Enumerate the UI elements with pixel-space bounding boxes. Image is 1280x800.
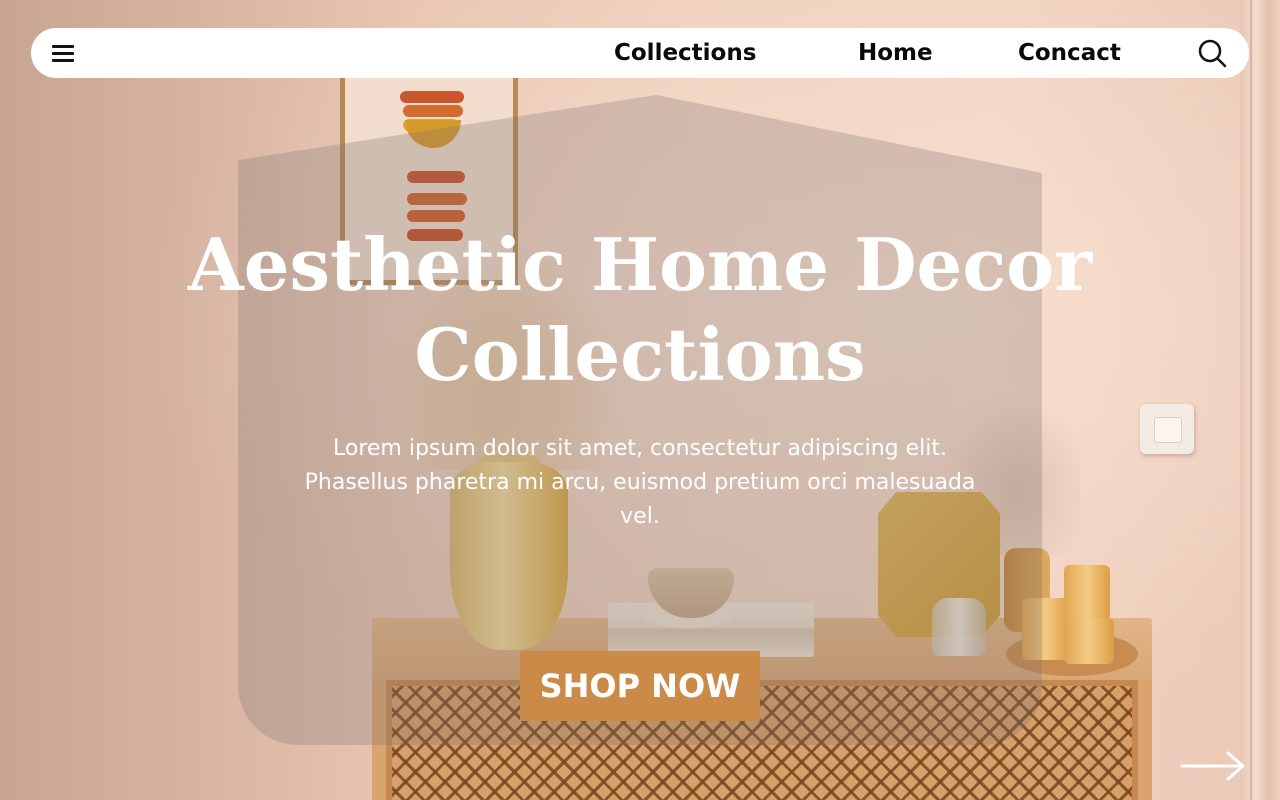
translucent-panel [238,95,1042,745]
light-switch [1140,404,1194,454]
hamburger-menu-icon[interactable] [50,42,76,64]
door-frame [1240,0,1280,800]
hero-title-line-1: Aesthetic Home Decor [187,222,1093,307]
shop-now-button[interactable]: SHOP NOW [520,651,760,721]
candle [1064,565,1110,621]
nav-link-collections[interactable]: Collections [614,36,756,70]
top-navbar: Collections Home Concact [31,28,1249,78]
nav-link-home[interactable]: Home [858,36,933,70]
search-icon[interactable] [1197,38,1227,68]
nav-link-contact[interactable]: Concact [1018,36,1121,70]
candle [1064,618,1114,664]
hero-title-line-2: Collections [414,312,866,397]
hero-background: Collections Home Concact Aesthetic Home … [0,0,1280,800]
arrow-right-icon[interactable] [1180,746,1248,786]
hero-description: Lorem ipsum dolor sit amet, consectetur … [304,436,976,529]
hero-title: Aesthetic Home Decor Collections [0,220,1280,400]
